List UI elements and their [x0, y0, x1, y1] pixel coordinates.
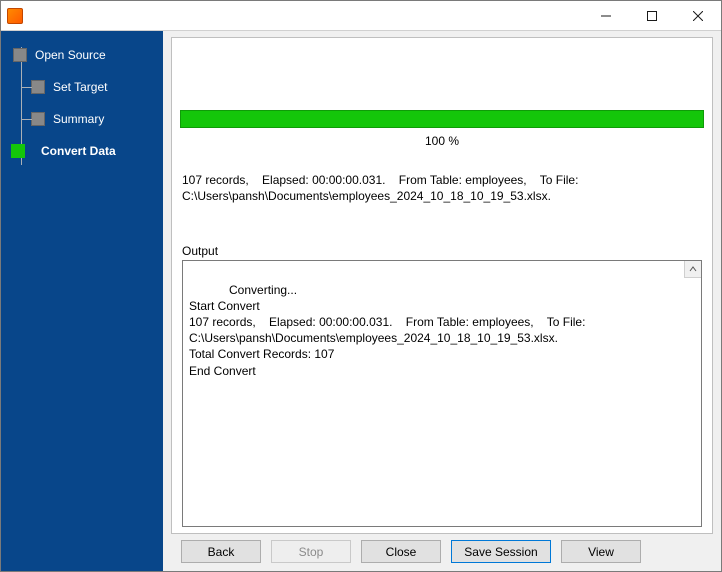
wizard-step-convert-data[interactable]: Convert Data	[1, 139, 163, 163]
save-session-button[interactable]: Save Session	[451, 540, 551, 563]
button-bar: Back Stop Close Save Session View	[171, 540, 713, 563]
output-log-text: Converting... Start Convert 107 records,…	[189, 283, 589, 378]
stop-button[interactable]: Stop	[271, 540, 351, 563]
step-bullet-icon	[13, 48, 27, 62]
main-panel: 100 % 107 records, Elapsed: 00:00:00.031…	[163, 31, 721, 571]
app-icon	[7, 8, 23, 24]
progress-summary-text: 107 records, Elapsed: 00:00:00.031. From…	[172, 166, 712, 204]
output-log[interactable]: Converting... Start Convert 107 records,…	[182, 260, 702, 527]
view-button[interactable]: View	[561, 540, 641, 563]
minimize-button[interactable]	[583, 1, 629, 31]
output-label: Output	[182, 244, 702, 258]
progress-percent-label: 100 %	[180, 134, 704, 148]
step-bullet-icon	[31, 80, 45, 94]
wizard-step-set-target[interactable]: Set Target	[1, 75, 163, 99]
step-label: Open Source	[35, 48, 106, 62]
step-bullet-icon	[31, 112, 45, 126]
wizard-step-summary[interactable]: Summary	[1, 107, 163, 131]
step-label: Summary	[53, 112, 104, 126]
progress-bar	[180, 110, 704, 128]
wizard-step-open-source[interactable]: Open Source	[1, 43, 163, 67]
close-button[interactable]: Close	[361, 540, 441, 563]
application-window: Open Source Set Target Summary Convert D…	[0, 0, 722, 572]
window-controls	[583, 1, 721, 30]
close-window-button[interactable]	[675, 1, 721, 31]
back-button[interactable]: Back	[181, 540, 261, 563]
wizard-sidebar: Open Source Set Target Summary Convert D…	[1, 31, 163, 571]
step-label: Convert Data	[41, 144, 116, 158]
title-bar	[1, 1, 721, 31]
maximize-button[interactable]	[629, 1, 675, 31]
step-label: Set Target	[53, 80, 107, 94]
scroll-up-icon[interactable]	[684, 261, 701, 278]
content-panel: 100 % 107 records, Elapsed: 00:00:00.031…	[171, 37, 713, 534]
